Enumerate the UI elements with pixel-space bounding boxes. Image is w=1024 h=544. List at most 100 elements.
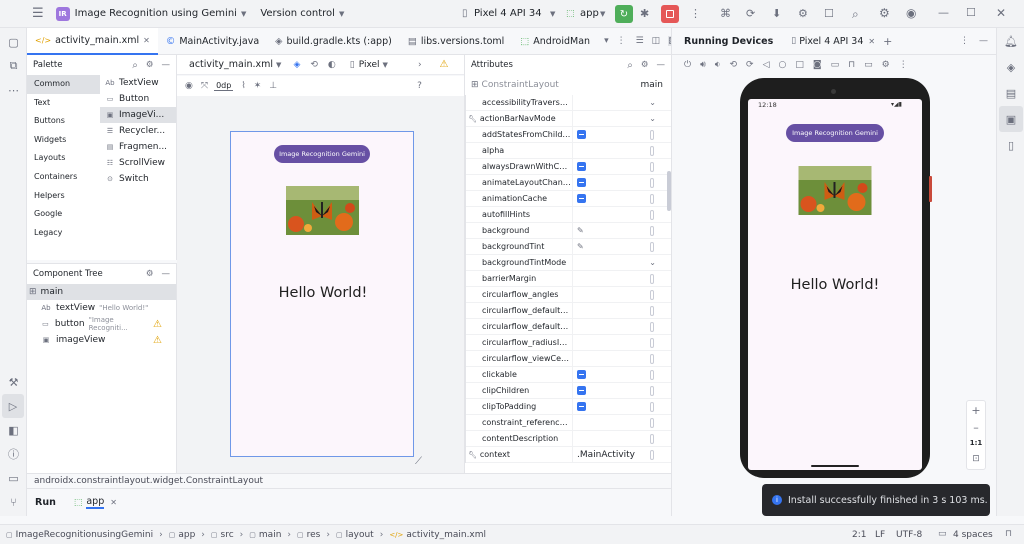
layout-file-label[interactable]: activity_main.xml	[189, 59, 273, 70]
device-manager-icon[interactable]: ☐	[824, 7, 834, 20]
screen-record-icon[interactable]: ▭	[831, 60, 840, 70]
lock-icon[interactable]: ⊓	[1005, 529, 1012, 539]
attribute-value[interactable]	[572, 190, 660, 207]
device-selector[interactable]: Pixel 4 API 34	[474, 8, 542, 19]
preview-image[interactable]	[286, 186, 359, 235]
palette-item[interactable]: ⊙ Switch	[100, 171, 176, 187]
tree-row-button[interactable]: ▭ button "Image Recogniti... ⚠	[27, 316, 176, 332]
attribute-row[interactable]: accessibilityTraversalBe... ⌄	[466, 94, 671, 111]
attribute-value[interactable]	[572, 302, 660, 319]
attribute-row[interactable]: constraint_referenced_t...	[466, 414, 671, 431]
help-icon[interactable]: ?	[417, 81, 422, 91]
attribute-value[interactable]: ⌄	[572, 254, 660, 271]
resource-picker-icon[interactable]	[650, 449, 654, 460]
overview-icon[interactable]: □	[795, 60, 804, 70]
stop-button[interactable]	[661, 5, 679, 23]
problems-icon[interactable]: ⓘ	[0, 442, 27, 466]
attribute-value[interactable]	[572, 142, 660, 159]
resource-picker-icon[interactable]	[650, 193, 654, 204]
tab-libs-versions[interactable]: ▤ libs.versions.toml	[400, 28, 512, 55]
palette-item[interactable]: ▤ Fragmen...	[100, 139, 176, 155]
project-icon[interactable]: ▢	[0, 30, 27, 54]
project-name[interactable]: Image Recognition using Gemini	[75, 8, 237, 19]
search-icon[interactable]: ⌕	[627, 60, 633, 71]
palette-category-layouts[interactable]: Layouts	[27, 149, 100, 168]
tab-android-manifest[interactable]: ⬚ AndroidMan	[512, 28, 598, 55]
attribute-value[interactable]	[572, 270, 660, 287]
palette-category-text[interactable]: Text	[27, 94, 100, 113]
eyedropper-icon[interactable]: ✎	[577, 242, 584, 251]
orientation-icon[interactable]: ⟲	[310, 60, 318, 70]
line-separator[interactable]: LF	[875, 530, 885, 540]
tree-row-main[interactable]: ⊞ main	[27, 284, 176, 300]
home-icon[interactable]: ○	[778, 60, 786, 70]
resize-handle-icon[interactable]: ⟋	[415, 456, 422, 467]
attribute-value[interactable]	[572, 350, 660, 367]
tree-row-textview[interactable]: Ab textView "Hello World!"	[27, 300, 176, 316]
close-icon[interactable]: ✕	[996, 6, 1006, 20]
settings-icon[interactable]: ⚙	[146, 60, 154, 70]
resource-picker-icon[interactable]	[650, 145, 654, 156]
resource-picker-icon[interactable]	[650, 305, 654, 316]
sync-icon[interactable]: ⟳	[746, 7, 755, 20]
rotate-right-icon[interactable]: ⟳	[746, 60, 754, 70]
minimize-icon[interactable]: —	[162, 269, 171, 279]
warning-icon[interactable]: ⚠	[153, 319, 162, 330]
flag-toggle-icon[interactable]	[577, 370, 586, 379]
resource-picker-icon[interactable]	[650, 401, 654, 412]
attribute-row[interactable]: backgroundTint ✎	[466, 238, 671, 255]
resource-picker-icon[interactable]	[650, 129, 654, 140]
flag-toggle-icon[interactable]	[577, 130, 586, 139]
attribute-value[interactable]	[572, 286, 660, 303]
tab-build-gradle[interactable]: ◈ build.gradle.kts (:app)	[267, 28, 400, 55]
back-icon[interactable]: ◁	[763, 60, 770, 70]
rerun-button[interactable]: ↻	[615, 5, 633, 23]
terminal-icon[interactable]: ▭	[0, 466, 27, 490]
attribute-value[interactable]	[572, 430, 660, 447]
attribute-row[interactable]: animateLayoutChanges	[466, 174, 671, 191]
side-button[interactable]	[929, 176, 932, 202]
display-icon[interactable]: ▭	[864, 60, 873, 70]
device-image[interactable]	[798, 166, 872, 215]
cursor-position[interactable]: 2:1	[852, 530, 866, 540]
running-device-tab[interactable]: Pixel 4 API 34	[799, 36, 863, 47]
breadcrumb-item[interactable]: ▢ main ›	[249, 530, 291, 540]
attribute-row[interactable]: animationCache	[466, 190, 671, 207]
search-icon[interactable]: ⌕	[132, 60, 138, 71]
settings-icon[interactable]: ⚙	[641, 60, 649, 70]
debug-icon[interactable]: ✱	[640, 7, 649, 20]
gradle-icon[interactable]: ◈	[997, 54, 1024, 80]
view-options-icon[interactable]: ◉	[185, 81, 193, 91]
settings-icon[interactable]: ⚙	[879, 6, 890, 20]
layout-preview[interactable]: Image Recognition Gemini Hello World!	[230, 131, 414, 457]
resource-picker-icon[interactable]	[650, 161, 654, 172]
attribute-value[interactable]: ✎	[572, 222, 660, 239]
more-icon[interactable]: ⋮	[960, 36, 969, 46]
resource-picker-icon[interactable]	[650, 321, 654, 332]
power-icon[interactable]: ⏻	[684, 60, 691, 70]
tab-list-icon[interactable]: ▾	[604, 36, 609, 46]
resource-picker-icon[interactable]	[650, 209, 654, 220]
resource-picker-icon[interactable]	[650, 369, 654, 380]
attribute-row[interactable]: clickable	[466, 366, 671, 383]
resource-picker-icon[interactable]	[650, 385, 654, 396]
search-icon[interactable]: ⌕	[852, 7, 859, 22]
resource-picker-icon[interactable]	[650, 433, 654, 444]
more-icon[interactable]: ⋮	[899, 60, 908, 70]
file-encoding[interactable]: UTF-8	[896, 530, 922, 540]
attribute-row[interactable]: circularflow_radiusInDP	[466, 334, 671, 351]
night-mode-icon[interactable]: ◐	[328, 60, 336, 70]
layout-inspector-icon[interactable]: ⌘	[720, 7, 731, 20]
breadcrumb-item[interactable]: </> activity_main.xml	[389, 530, 486, 540]
palette-category-legacy[interactable]: Legacy	[27, 224, 100, 243]
maximize-icon[interactable]: ☐	[966, 6, 976, 19]
git-icon[interactable]: ⑂	[0, 490, 27, 514]
resource-manager-icon[interactable]: ⧉	[0, 54, 27, 78]
guidelines-icon[interactable]: ⊥	[269, 81, 277, 91]
attribute-row[interactable]: 🔧︎ actionBarNavMode ⌄	[466, 110, 671, 127]
infer-constraints-icon[interactable]: ✶	[254, 81, 262, 91]
breadcrumb-item[interactable]: ▢ layout ›	[336, 530, 383, 540]
view-id[interactable]: main	[641, 80, 664, 90]
chevron-down-icon[interactable]: ⌄	[649, 114, 656, 123]
device-settings-icon[interactable]: ⚙	[882, 60, 890, 70]
